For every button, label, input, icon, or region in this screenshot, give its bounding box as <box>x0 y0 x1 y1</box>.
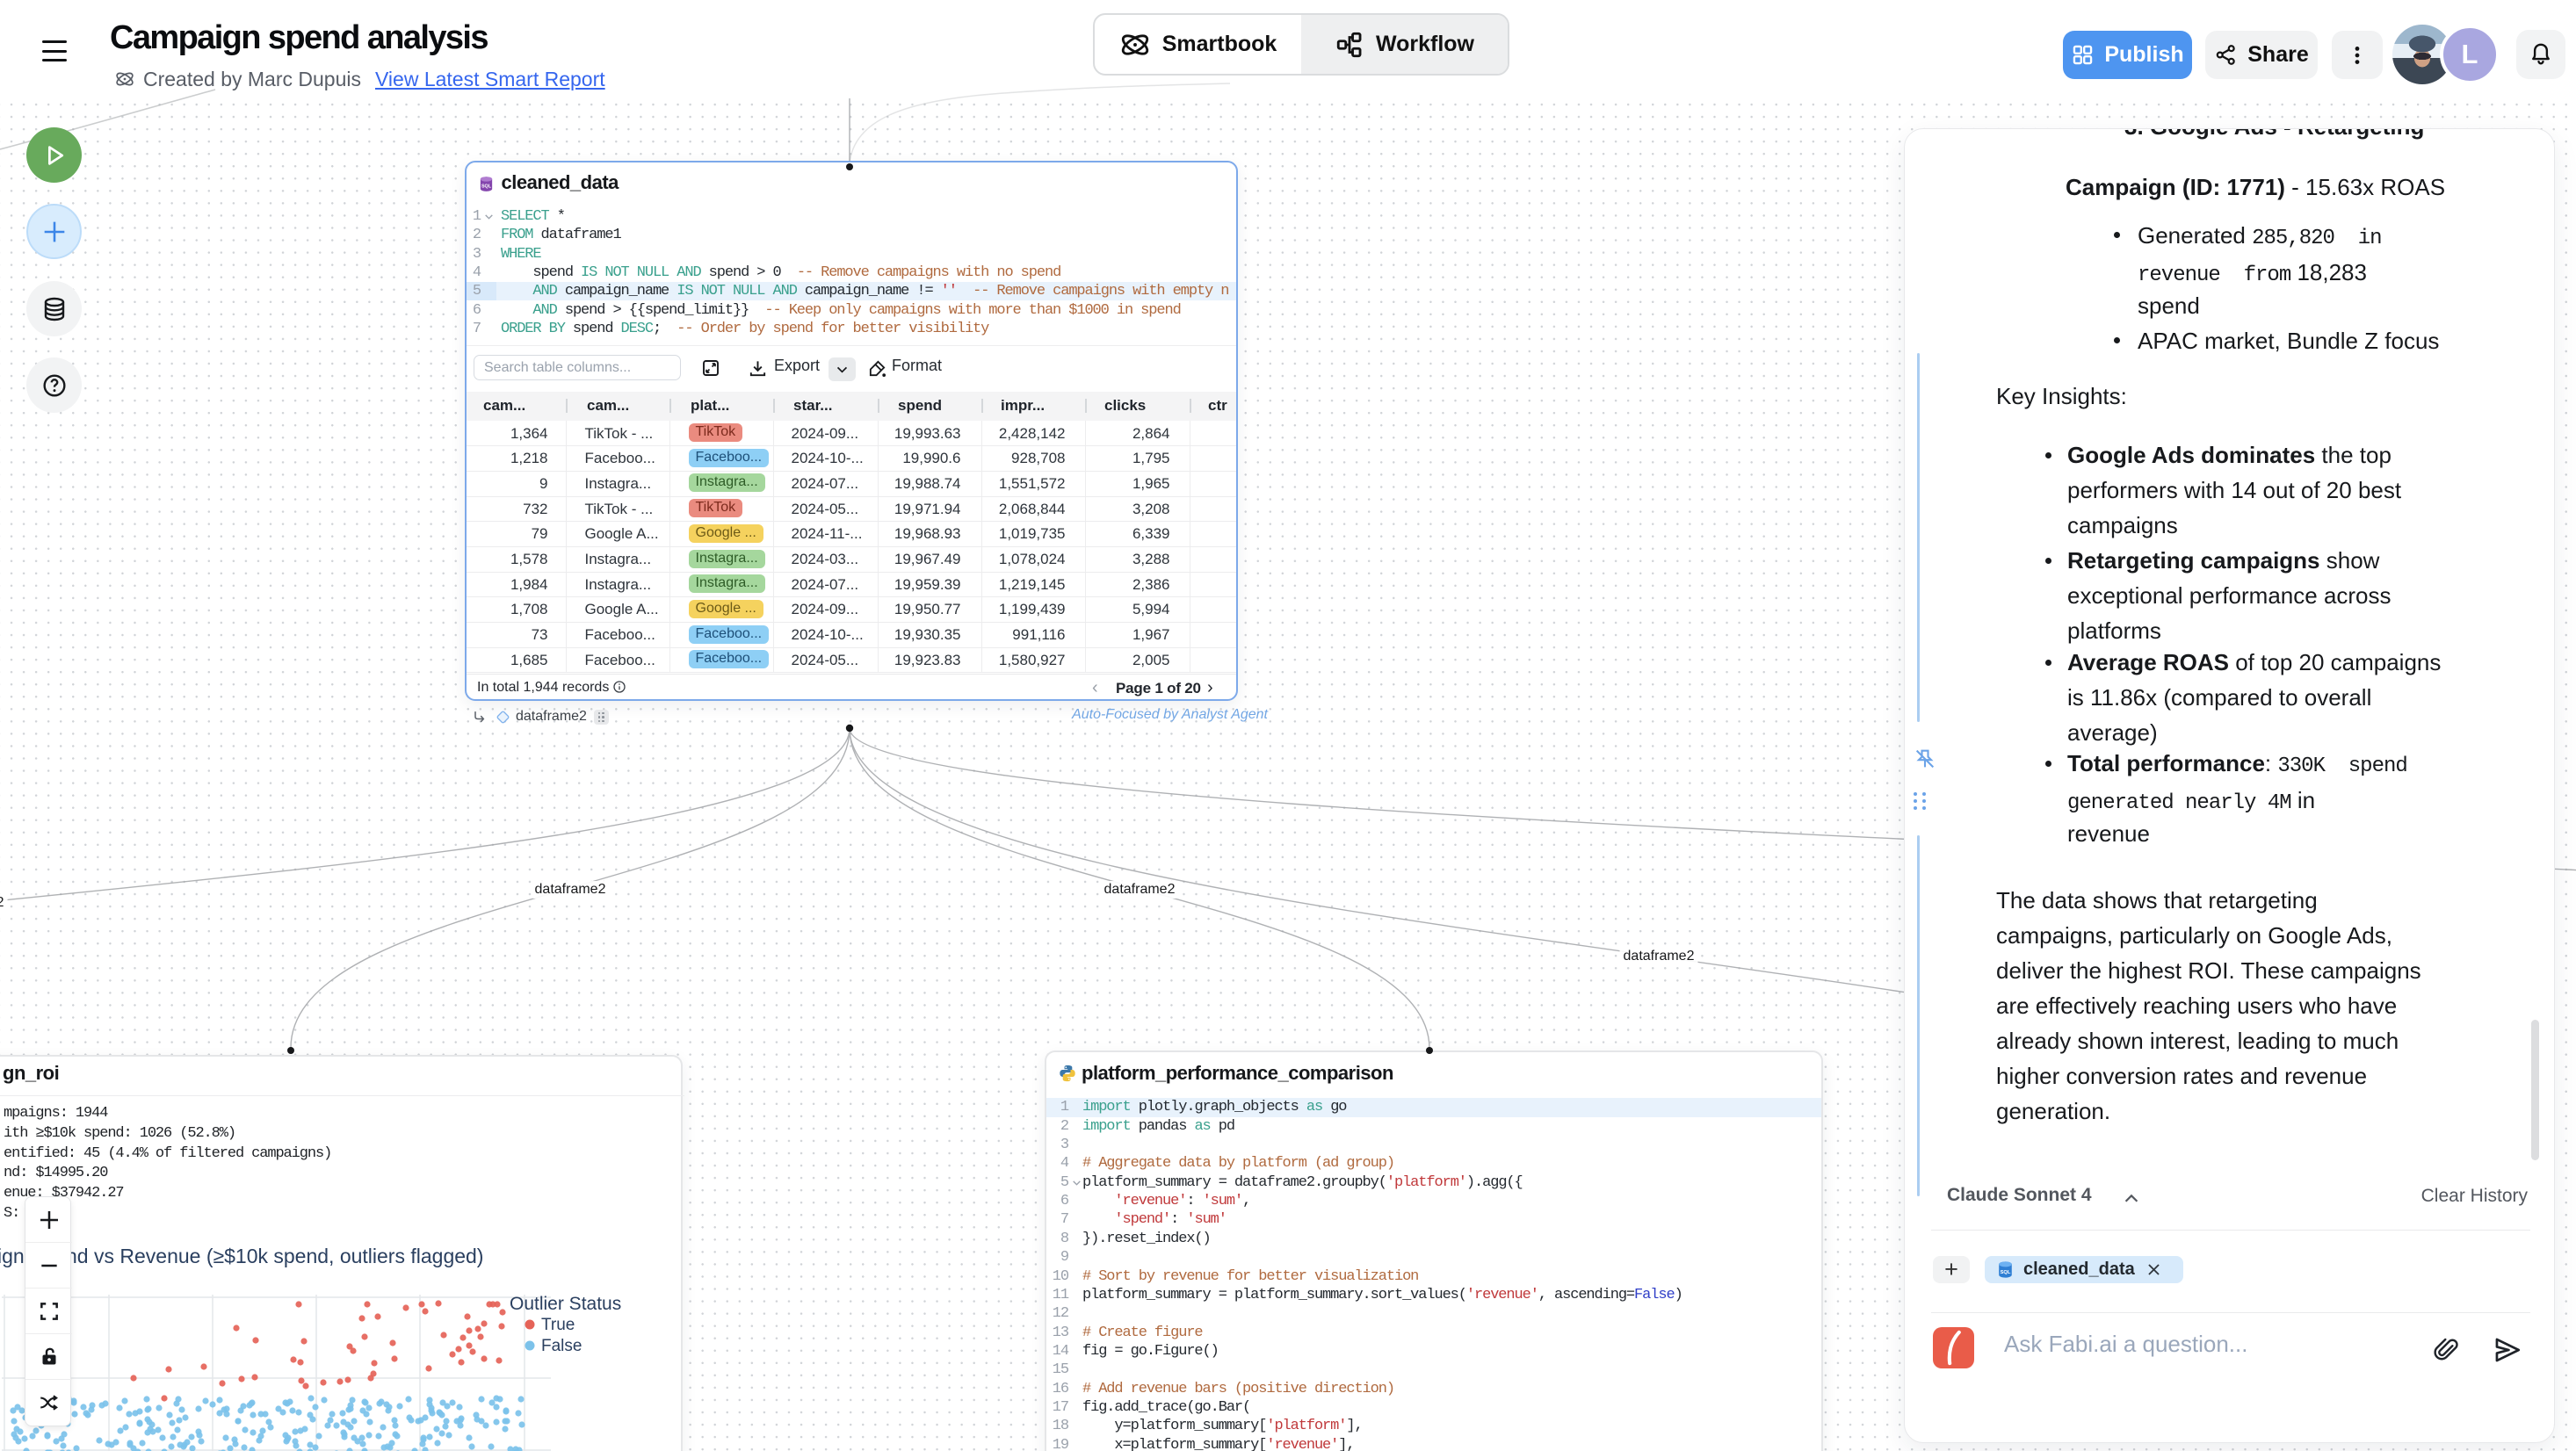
svg-text:SQL: SQL <box>2001 1270 2011 1275</box>
svg-text:SQL: SQL <box>481 184 492 190</box>
